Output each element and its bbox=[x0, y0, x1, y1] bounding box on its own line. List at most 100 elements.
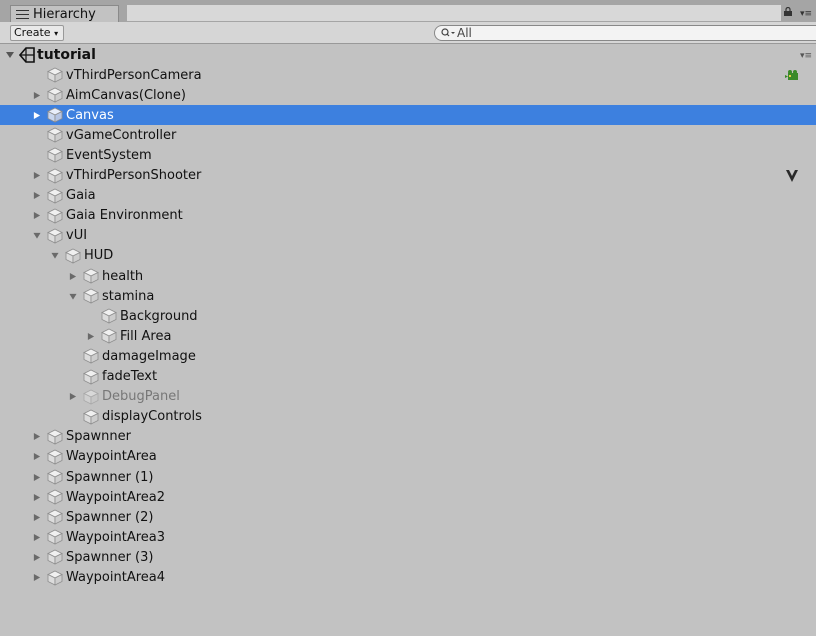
hierarchy-row[interactable]: fadeText bbox=[0, 367, 816, 387]
gameobject-cube-icon bbox=[47, 127, 63, 143]
collapsed-arrow-icon[interactable] bbox=[33, 432, 41, 441]
hierarchy-row[interactable]: displayControls bbox=[0, 407, 816, 427]
collapsed-arrow-icon[interactable] bbox=[69, 392, 77, 401]
hierarchy-row[interactable]: WaypointArea2 bbox=[0, 487, 816, 507]
hierarchy-row-label: Gaia bbox=[66, 188, 96, 204]
row-expander[interactable] bbox=[33, 90, 41, 100]
collapsed-arrow-icon[interactable] bbox=[33, 533, 41, 542]
hierarchy-row[interactable]: DebugPanel bbox=[0, 387, 816, 407]
collapsed-arrow-icon[interactable] bbox=[33, 191, 41, 200]
scene-menu-icon[interactable]: ▾≡ bbox=[800, 51, 812, 61]
expanded-arrow-icon[interactable] bbox=[5, 50, 15, 60]
gameobject-cube-icon bbox=[47, 168, 63, 184]
collapsed-arrow-icon[interactable] bbox=[33, 513, 41, 522]
collapsed-arrow-icon[interactable] bbox=[33, 573, 41, 582]
hierarchy-row[interactable]: vGameController bbox=[0, 125, 816, 145]
row-expander[interactable] bbox=[87, 331, 95, 341]
hierarchy-row[interactable]: health bbox=[0, 266, 816, 286]
search-icon[interactable] bbox=[441, 28, 455, 38]
row-expander[interactable] bbox=[33, 552, 41, 562]
gameobject-cube-icon bbox=[47, 469, 63, 485]
collapsed-arrow-icon[interactable] bbox=[33, 493, 41, 502]
gameobject-cube-icon bbox=[47, 529, 63, 545]
row-expander[interactable] bbox=[33, 532, 41, 542]
row-expander[interactable] bbox=[69, 392, 77, 402]
hierarchy-row[interactable]: vThirdPersonShooter bbox=[0, 166, 816, 186]
expanded-arrow-icon[interactable] bbox=[51, 251, 59, 260]
hierarchy-row[interactable]: stamina bbox=[0, 286, 816, 306]
row-expander bbox=[69, 351, 77, 361]
row-expander[interactable] bbox=[33, 452, 41, 462]
tab-hierarchy[interactable]: Hierarchy bbox=[10, 5, 119, 22]
collapsed-arrow-icon[interactable] bbox=[33, 111, 41, 120]
gameobject-cube-icon bbox=[83, 348, 99, 365]
hierarchy-row[interactable]: Spawnner (1) bbox=[0, 467, 816, 487]
hierarchy-row-label: EventSystem bbox=[66, 147, 152, 163]
hierarchy-row[interactable]: Canvas bbox=[0, 105, 816, 126]
search-input[interactable]: All bbox=[457, 26, 472, 40]
hierarchy-row[interactable]: WaypointArea4 bbox=[0, 568, 816, 588]
hierarchy-row[interactable]: Gaia bbox=[0, 186, 816, 206]
hierarchy-row[interactable]: vUI bbox=[0, 226, 816, 246]
row-expander[interactable] bbox=[69, 271, 77, 281]
row-expander[interactable] bbox=[33, 432, 41, 442]
expanded-arrow-icon[interactable] bbox=[69, 292, 77, 301]
hierarchy-row-label: WaypointArea2 bbox=[66, 489, 166, 505]
row-expander[interactable] bbox=[33, 573, 41, 583]
row-expander[interactable] bbox=[33, 512, 41, 522]
hierarchy-row-label: WaypointArea4 bbox=[66, 570, 166, 585]
collapsed-arrow-icon[interactable] bbox=[33, 91, 41, 100]
hierarchy-row-label: Spawnner (1) bbox=[66, 469, 154, 485]
collapsed-arrow-icon[interactable] bbox=[33, 211, 41, 220]
collapsed-arrow-icon[interactable] bbox=[33, 473, 41, 482]
hierarchy-row-label: vThirdPersonCamera bbox=[66, 67, 202, 83]
create-dropdown-button[interactable]: Create ▾ bbox=[10, 25, 64, 41]
row-expander[interactable] bbox=[33, 211, 41, 221]
collapsed-arrow-icon[interactable] bbox=[33, 171, 41, 180]
row-expander[interactable] bbox=[51, 251, 59, 261]
row-expander[interactable] bbox=[33, 231, 41, 241]
hierarchy-row[interactable]: Spawnner (2) bbox=[0, 507, 816, 527]
gameobject-cube-icon bbox=[65, 248, 81, 264]
gameobject-cube-icon bbox=[83, 369, 99, 385]
hierarchy-row[interactable]: HUD bbox=[0, 246, 816, 266]
hierarchy-row[interactable]: Gaia Environment bbox=[0, 206, 816, 226]
scene-row[interactable]: tutorial ▾≡ bbox=[0, 45, 816, 65]
hierarchy-row-label: health bbox=[102, 268, 144, 284]
row-expander[interactable] bbox=[33, 492, 41, 502]
row-expander[interactable] bbox=[33, 191, 41, 201]
row-expander[interactable] bbox=[33, 472, 41, 482]
hierarchy-row[interactable]: Spawnner (3) bbox=[0, 547, 816, 567]
hierarchy-row-label: displayControls bbox=[102, 409, 202, 425]
row-expander[interactable] bbox=[33, 110, 41, 120]
collapsed-arrow-icon[interactable] bbox=[33, 452, 41, 461]
list-icon bbox=[16, 9, 29, 19]
collapsed-arrow-icon[interactable] bbox=[33, 553, 41, 562]
row-expander bbox=[87, 311, 95, 321]
hierarchy-row[interactable]: Spawnner bbox=[0, 427, 816, 447]
collapsed-arrow-icon[interactable] bbox=[69, 272, 77, 281]
panel-menu-icon[interactable]: ▾≡ bbox=[800, 9, 812, 19]
hierarchy-row[interactable]: AimCanvas(Clone) bbox=[0, 85, 816, 105]
hierarchy-row[interactable]: damageImage bbox=[0, 346, 816, 366]
hierarchy-row-label: Spawnner (2) bbox=[66, 509, 154, 525]
hierarchy-row[interactable]: WaypointArea3 bbox=[0, 527, 816, 547]
hierarchy-row-label: HUD bbox=[84, 248, 114, 264]
gameobject-cube-icon bbox=[47, 87, 63, 103]
lock-icon[interactable] bbox=[784, 7, 792, 16]
hierarchy-row-label: AimCanvas(Clone) bbox=[66, 87, 186, 103]
hierarchy-row[interactable]: Background bbox=[0, 306, 816, 326]
gameobject-cube-icon bbox=[47, 570, 63, 586]
search-field[interactable]: All bbox=[434, 25, 816, 41]
gameobject-cube-icon bbox=[101, 308, 117, 324]
row-expander[interactable] bbox=[33, 171, 41, 181]
row-expander bbox=[33, 150, 41, 160]
collapsed-arrow-icon[interactable] bbox=[87, 332, 95, 341]
expanded-arrow-icon[interactable] bbox=[33, 231, 41, 240]
hierarchy-row[interactable]: Fill Area bbox=[0, 326, 816, 346]
hierarchy-row[interactable]: vThirdPersonCamera bbox=[0, 65, 816, 85]
hierarchy-row[interactable]: EventSystem bbox=[0, 145, 816, 165]
row-expander[interactable] bbox=[69, 291, 77, 301]
hierarchy-row-label: WaypointArea bbox=[66, 449, 157, 465]
hierarchy-row[interactable]: WaypointArea bbox=[0, 447, 816, 467]
